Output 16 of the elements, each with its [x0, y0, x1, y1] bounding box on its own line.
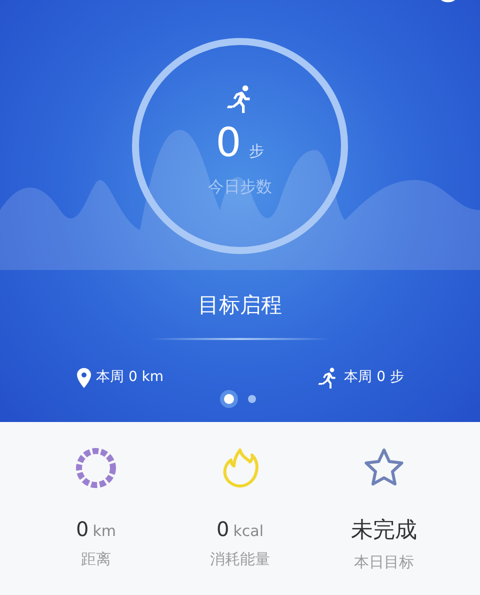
stat-value: 0 — [216, 516, 230, 543]
stat-label: 本日目标 — [354, 552, 414, 573]
steps-unit: 步 — [249, 141, 264, 162]
steps-label: 今日步数 — [208, 176, 272, 198]
dashed-ring-icon — [74, 446, 118, 490]
goal-title: 目标启程 — [198, 292, 282, 319]
weekly-stat: 本周 0 km — [96, 368, 164, 387]
stat-unit: kcal — [233, 521, 264, 542]
stat-value: 0 — [76, 516, 89, 543]
stat-label: 消耗能量 — [210, 549, 270, 570]
stat-unit: km — [92, 521, 116, 542]
stat-value: 未完成 — [351, 517, 417, 545]
steps-value: 0 — [216, 123, 242, 163]
location-pin-icon — [76, 368, 92, 388]
stat-label: 距离 — [81, 549, 111, 570]
weekly-stat: 本周 0 步 — [344, 368, 404, 387]
